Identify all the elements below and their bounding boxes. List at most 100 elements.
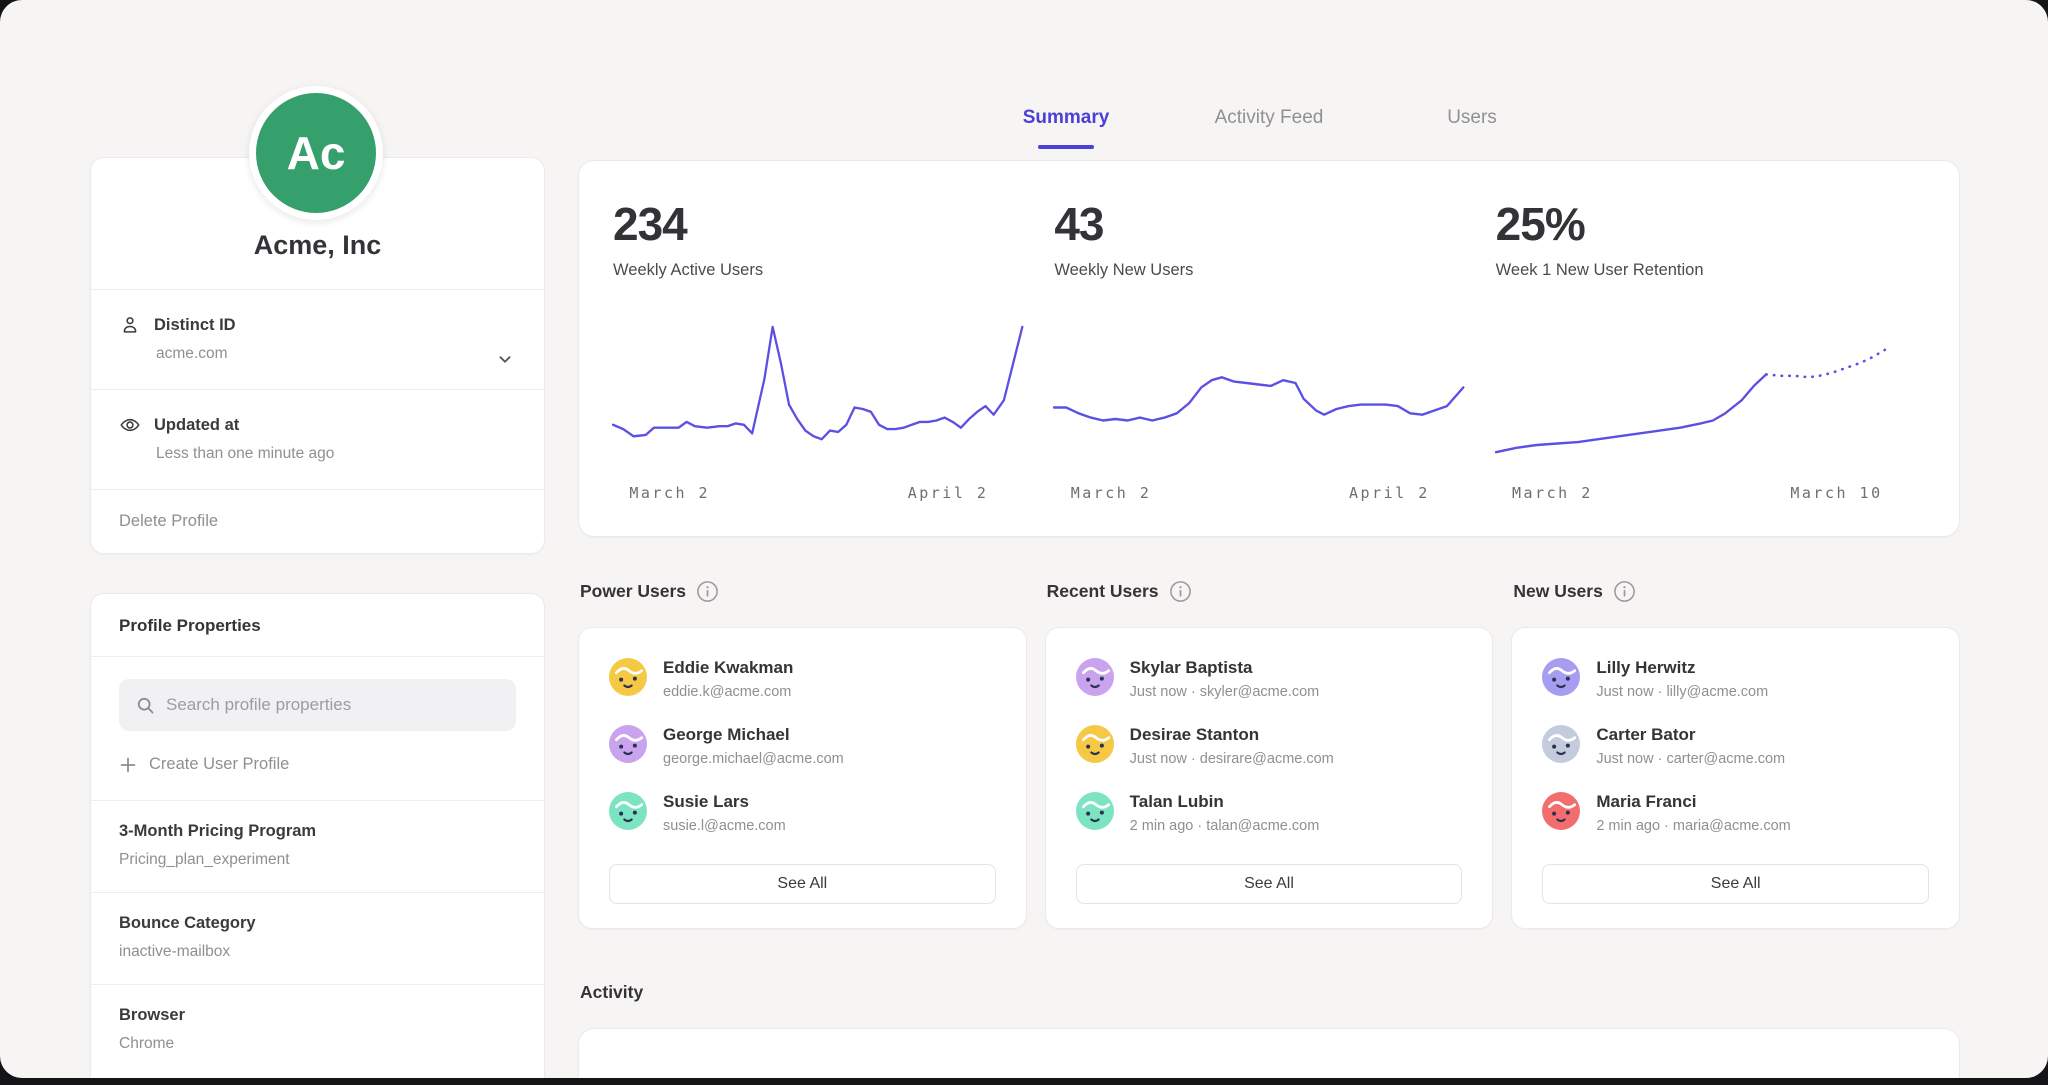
user-meta: 2 min ago · talan@acme.com [1130, 818, 1320, 834]
active-tab-underline [1038, 145, 1094, 149]
info-icon[interactable] [1613, 580, 1636, 603]
chevron-down-icon[interactable] [494, 348, 516, 370]
x-axis-tick: April 2 [1349, 484, 1430, 502]
updated-at-row: Updated at Less than one minute ago [91, 389, 544, 489]
tab-users[interactable]: Users [1371, 107, 1574, 155]
activity-stat: 240 [1054, 1069, 1463, 1078]
x-axis-tick: March 10 [1790, 484, 1882, 502]
section-header: New Users [1511, 572, 1960, 627]
user-avatar [1542, 725, 1580, 763]
plus-icon [119, 756, 137, 774]
distinct-id-row: Distinct ID acme.com [91, 289, 544, 389]
user-name: Desirae Stanton [1130, 725, 1334, 745]
see-all-button[interactable]: See All [1076, 864, 1463, 904]
distinct-id-value: acme.com [156, 345, 516, 363]
app-window: Ac Acme, Inc Distinct ID acme.com [0, 0, 2048, 1078]
property-value: inactive-mailbox [119, 943, 516, 961]
activity-stat: 3.4k [1496, 1069, 1905, 1078]
info-icon[interactable] [1169, 580, 1192, 603]
stat-value: 43 [1054, 197, 1463, 251]
user-list-item[interactable]: Desirae StantonJust now · desirare@acme.… [1076, 725, 1463, 767]
company-avatar: Ac [249, 86, 383, 220]
info-icon[interactable] [696, 580, 719, 603]
stat-value: 234 [613, 197, 1022, 251]
see-all-button[interactable]: See All [609, 864, 996, 904]
property-row[interactable]: Browser Chrome [91, 984, 544, 1076]
property-name: Bounce Category [119, 914, 516, 933]
x-axis-tick: March 2 [629, 484, 710, 502]
stat-label: Weekly New Users [1054, 261, 1463, 280]
x-axis-tick: March 2 [1071, 484, 1152, 502]
user-sections: Power Users Eddie Kwakmaneddie.k@acme.com… [578, 572, 1960, 929]
profile-properties-title: Profile Properties [91, 594, 544, 657]
x-axis: March 2 April 2 [613, 484, 1022, 508]
user-meta: Just now · skyler@acme.com [1130, 684, 1320, 700]
user-meta: eddie.k@acme.com [663, 684, 793, 700]
user-section: New Users Lilly Herwitz Just now · lilly@a… [1511, 572, 1960, 929]
updated-at-label: Updated at [154, 416, 239, 435]
tab-summary[interactable]: Summary [965, 107, 1168, 155]
user-avatar [1076, 792, 1114, 830]
main-tabs: Summary Activity Feed Users [578, 107, 1960, 155]
user-avatar [609, 658, 647, 696]
user-meta: Just now · lilly@acme.com [1596, 684, 1768, 700]
user-section: Recent Users Skylar Baptista Just now · sk… [1045, 572, 1494, 929]
user-list-card: Eddie Kwakmaneddie.k@acme.com George Mich… [578, 627, 1027, 929]
user-name: Talan Lubin [1130, 792, 1320, 812]
stat-weekly-active-users: 234 Weekly Active Users March 2 April 2 [613, 197, 1054, 536]
user-list-item[interactable]: Susie Lars susie.l@acme.com [609, 792, 996, 834]
week1-retention-chart [1496, 320, 1905, 472]
user-avatar [1542, 792, 1580, 830]
activity-title: Activity [580, 982, 643, 1003]
section-header: Recent Users [1045, 572, 1494, 627]
create-user-profile-label: Create User Profile [149, 755, 289, 774]
property-name: 3-Month Pricing Program [119, 822, 516, 841]
stat-label: Weekly Active Users [613, 261, 1022, 280]
user-name: Susie Lars [663, 792, 786, 812]
search-input[interactable] [166, 695, 500, 715]
user-meta: 2 min ago · maria@acme.com [1596, 818, 1790, 834]
user-list-item[interactable]: Eddie Kwakmaneddie.k@acme.com [609, 658, 996, 700]
user-name: Maria Franci [1596, 792, 1790, 812]
see-all-button[interactable]: See All [1542, 864, 1929, 904]
section-title: Power Users [580, 581, 686, 602]
user-list-card: Skylar Baptista Just now · skyler@acme.co… [1045, 627, 1494, 929]
x-axis-tick: April 2 [908, 484, 989, 502]
user-avatar [1076, 725, 1114, 763]
tab-activity-feed[interactable]: Activity Feed [1168, 107, 1371, 155]
user-list-item[interactable]: George Michaelgeorge.michael@acme.com [609, 725, 996, 767]
eye-icon [119, 414, 141, 436]
x-axis: March 2 April 2 [1054, 484, 1463, 508]
user-section: Power Users Eddie Kwakmaneddie.k@acme.com… [578, 572, 1027, 929]
section-title: New Users [1513, 581, 1603, 602]
user-name: Skylar Baptista [1130, 658, 1320, 678]
property-row[interactable]: Bounce Category inactive-mailbox [91, 892, 544, 984]
user-list-item[interactable]: Talan Lubin 2 min ago · talan@acme.com [1076, 792, 1463, 834]
property-name: Browser [119, 1006, 516, 1025]
stat-label: Week 1 New User Retention [1496, 261, 1905, 280]
user-meta: susie.l@acme.com [663, 818, 786, 834]
search-icon [135, 695, 156, 716]
summary-card: 234 Weekly Active Users March 2 April 2 … [578, 160, 1960, 537]
activity-card: 234 240 3.4k [578, 1028, 1960, 1078]
section-title: Recent Users [1047, 581, 1159, 602]
user-avatar [609, 792, 647, 830]
company-avatar-initials: Ac [287, 126, 346, 180]
profile-properties-search[interactable] [119, 679, 516, 731]
user-list-item[interactable]: Skylar Baptista Just now · skyler@acme.co… [1076, 658, 1463, 700]
create-user-profile-button[interactable]: Create User Profile [91, 731, 544, 800]
property-row[interactable]: 3-Month Pricing Program Pricing_plan_exp… [91, 800, 544, 892]
distinct-id-label: Distinct ID [154, 316, 236, 335]
delete-profile-button[interactable]: Delete Profile [91, 489, 544, 553]
tab-activity-feed-label: Activity Feed [1215, 107, 1324, 128]
user-avatar [1542, 658, 1580, 696]
user-name: Carter Bator [1596, 725, 1785, 745]
x-axis-tick: March 2 [1512, 484, 1593, 502]
user-list-item[interactable]: Lilly Herwitz Just now · lilly@acme.com [1542, 658, 1929, 700]
user-list-item[interactable]: Maria Franci 2 min ago · maria@acme.com [1542, 792, 1929, 834]
user-name: Lilly Herwitz [1596, 658, 1768, 678]
x-axis: March 2 March 10 [1496, 484, 1905, 508]
tab-users-label: Users [1447, 107, 1497, 128]
property-value: Chrome [119, 1035, 516, 1053]
user-list-item[interactable]: Carter BatorJust now · carter@acme.com [1542, 725, 1929, 767]
